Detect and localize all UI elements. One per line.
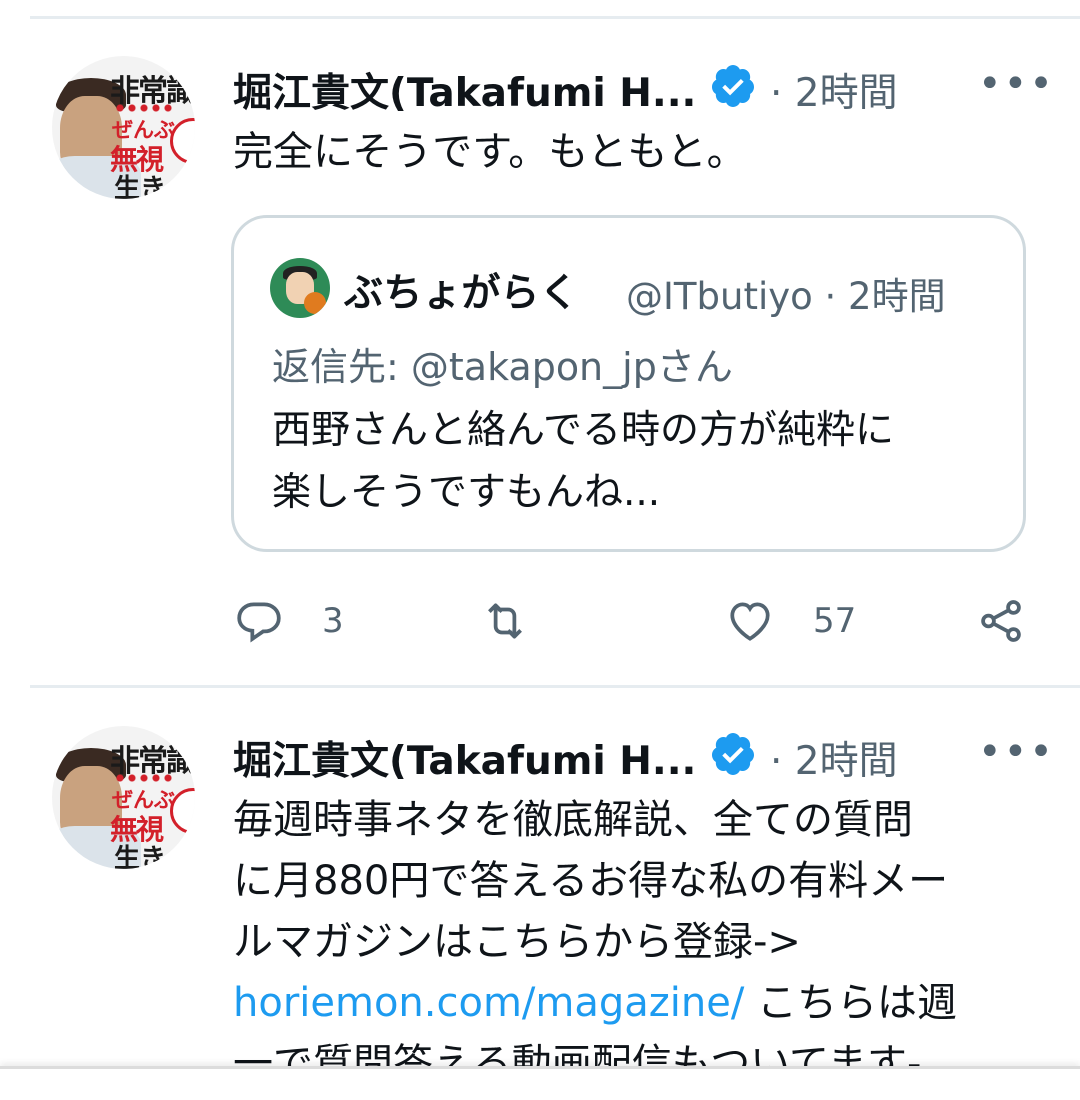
magazine-link[interactable]: horiemon.com/magazine/ (233, 980, 744, 1026)
share-icon (981, 600, 1021, 642)
author-name[interactable]: 堀江貴文(Takafumi H... (233, 62, 696, 118)
like-button[interactable]: 57 (725, 596, 856, 646)
more-icon[interactable]: ••• (978, 64, 1055, 104)
bottom-bar (0, 1066, 1080, 1100)
retweet-icon (488, 603, 522, 639)
quoted-avatar[interactable] (270, 258, 330, 318)
more-icon[interactable]: ••• (978, 732, 1055, 772)
verified-badge-icon (711, 733, 754, 775)
quoted-text: 西野さんと絡んでる時の方が純粋に 楽しそうですもんね... (272, 408, 895, 515)
avatar[interactable]: 非常識 ぜんぶ 無視 生き (52, 56, 195, 199)
quoted-handle-time: @ITbutiyo · 2時間 (626, 275, 946, 318)
tweet[interactable]: 非常識 ぜんぶ 無視 生き 堀江貴文(Takafumi H... · 2時間 •… (0, 0, 1080, 688)
timestamp[interactable]: · 2時間 (770, 730, 898, 786)
reply-count: 3 (322, 601, 344, 641)
tweet-text: 毎週時事ネタを徹底解説、全ての質問 に月880円で答えるお得な私の有料メー ルマ… (233, 797, 958, 1087)
reply-button[interactable]: 3 (234, 596, 344, 646)
tweet[interactable]: 非常識 ぜんぶ 無視 生き 堀江貴文(Takafumi H... · 2時間 •… (0, 688, 1080, 1087)
avatar-text: 生き (114, 174, 167, 199)
quoted-tweet[interactable]: ぶちょがらく @ITbutiyo · 2時間 返信先: @takapon_jpさ… (231, 215, 1026, 552)
retweet-button[interactable] (480, 596, 530, 646)
tweet-text: 完全にそうです。もともと。 (233, 129, 747, 175)
timestamp[interactable]: · 2時間 (770, 62, 898, 118)
like-count: 57 (813, 601, 857, 641)
quoted-author-name: ぶちょがらく (344, 271, 579, 316)
author-name[interactable]: 堀江貴文(Takafumi H... (233, 730, 696, 786)
share-button[interactable] (976, 596, 1026, 646)
reply-to-label: 返信先: @takapon_jpさん (272, 345, 733, 389)
heart-icon (730, 602, 770, 641)
verified-badge-icon (711, 65, 754, 107)
reply-icon (237, 602, 281, 643)
avatar-text: 生き (114, 844, 167, 869)
avatar[interactable]: 非常識 ぜんぶ 無視 生き (52, 726, 195, 869)
